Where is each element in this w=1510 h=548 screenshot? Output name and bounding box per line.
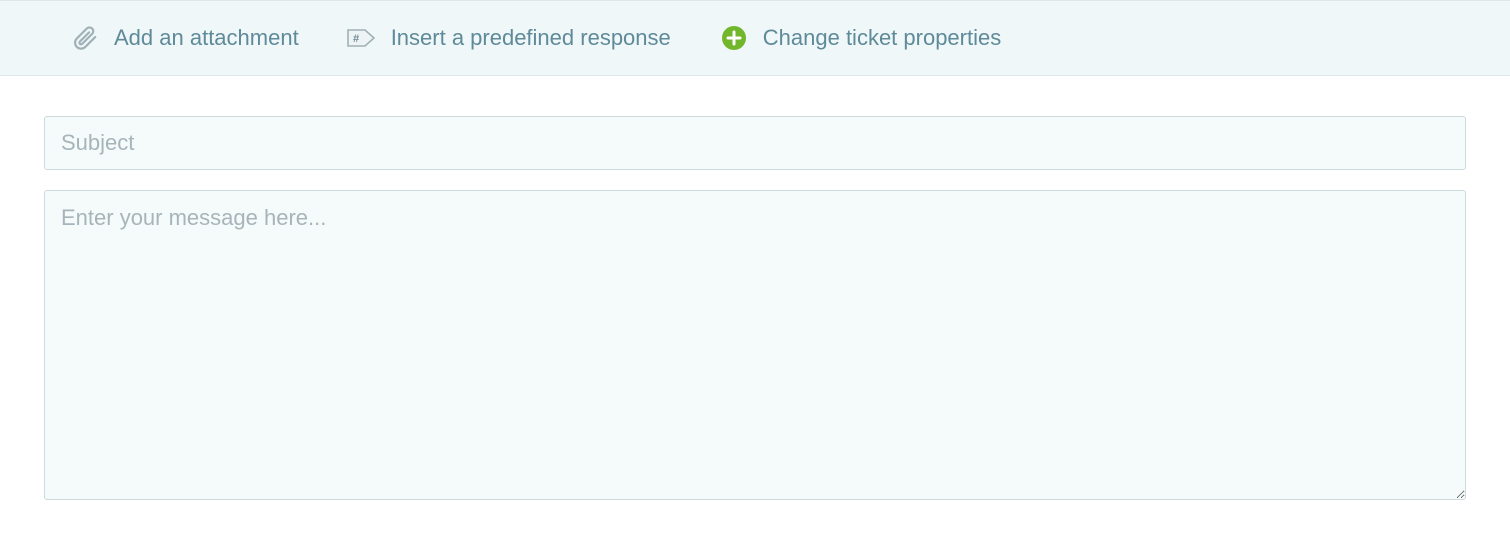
tag-icon: # [347,23,377,53]
svg-text:#: # [353,33,359,45]
change-properties-label: Change ticket properties [763,25,1001,51]
change-properties-button[interactable]: Change ticket properties [719,23,1001,53]
plus-circle-icon [719,23,749,53]
paperclip-icon [70,23,100,53]
subject-input[interactable] [44,116,1466,170]
add-attachment-label: Add an attachment [114,25,299,51]
message-textarea[interactable] [44,190,1466,500]
insert-predefined-button[interactable]: # Insert a predefined response [347,23,671,53]
compose-form [0,76,1510,525]
compose-toolbar: Add an attachment # Insert a predefined … [0,0,1510,76]
insert-predefined-label: Insert a predefined response [391,25,671,51]
add-attachment-button[interactable]: Add an attachment [70,23,299,53]
